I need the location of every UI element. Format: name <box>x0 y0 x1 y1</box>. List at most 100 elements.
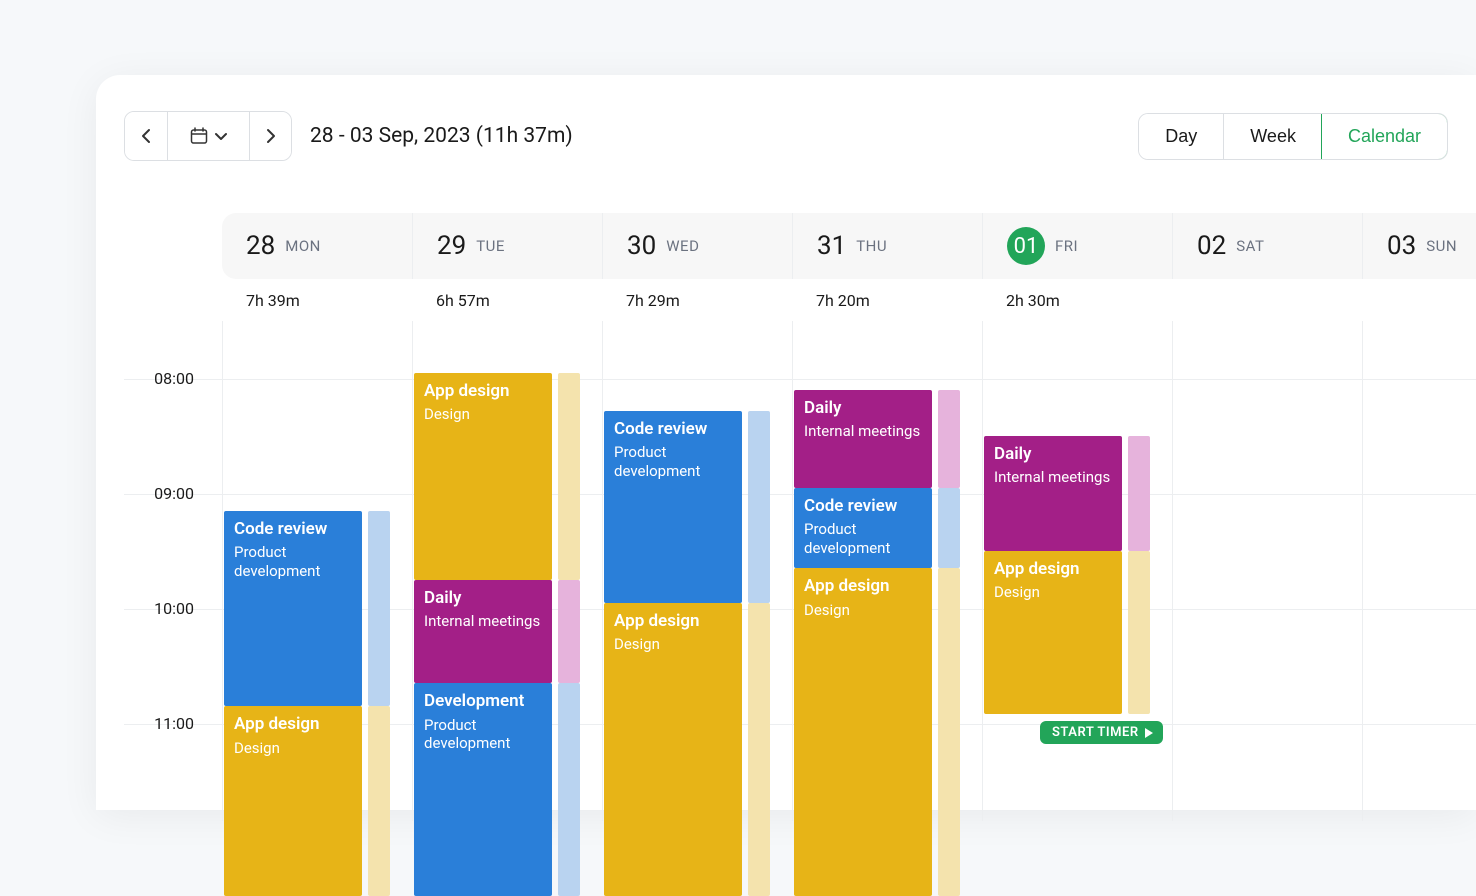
day-number: 02 <box>1197 231 1226 261</box>
prev-button[interactable] <box>125 112 167 160</box>
day-column: Daily Internal meetings App design Design <box>982 321 1172 821</box>
day-headers-row: 28 MON 29 TUE 30 WED 31THU 01 FRI 02SAT 03 SUN <box>222 213 1476 279</box>
event-project: Product development <box>614 443 732 481</box>
event-project: Design <box>234 739 352 758</box>
event-title: Code review <box>804 496 922 516</box>
day-of-week: SUN <box>1426 237 1457 255</box>
day-column: Daily Internal meetings Code review Product… <box>792 321 982 821</box>
event-title: Development <box>424 691 542 711</box>
today-badge: 01 <box>1007 227 1045 265</box>
event-project: Design <box>614 635 732 654</box>
day-header[interactable]: 30 WED <box>602 213 792 279</box>
date-nav-group <box>124 111 292 161</box>
day-column: Code reviewProduct development App design… <box>222 321 412 821</box>
calendar-event[interactable]: App design Design <box>414 373 552 580</box>
start-timer-button[interactable]: START TIMER <box>1040 721 1163 744</box>
view-switcher: Day Week Calendar <box>1138 113 1448 160</box>
date-picker-button[interactable] <box>167 112 249 160</box>
day-total: 2h 30m <box>982 279 1172 321</box>
day-of-week: MON <box>285 237 321 255</box>
event-title: App design <box>234 714 352 734</box>
day-of-week: TUE <box>476 237 505 255</box>
hour-label: 09:00 <box>124 484 194 503</box>
view-week-button[interactable]: Week <box>1223 114 1322 159</box>
calendar-grid: 28 MON 29 TUE 30 WED 31THU 01 FRI 02SAT 03 SUN 7h 3… <box>124 213 1476 821</box>
hour-label: 11:00 <box>124 714 194 733</box>
calendar-event[interactable]: Daily Internal meetings <box>794 390 932 488</box>
day-header[interactable]: 03 SUN <box>1362 213 1476 279</box>
day-header[interactable]: 29 TUE <box>412 213 602 279</box>
calendar-event[interactable]: Code reviewProduct development <box>224 511 362 707</box>
event-project: Internal meetings <box>804 422 922 441</box>
event-project: Product development <box>424 716 542 754</box>
day-totals-row: 7h 39m6h 57m7h 29m7h 20m2h 30m <box>222 279 1476 321</box>
play-icon <box>1145 728 1153 738</box>
event-track-bar <box>1128 436 1150 551</box>
day-of-week: WED <box>666 237 699 255</box>
date-range-title: 28 - 03 Sep, 2023 (11h 37m) <box>310 124 573 148</box>
day-of-week: FRI <box>1055 237 1078 255</box>
day-number: 29 <box>437 231 466 261</box>
calendar-event[interactable]: App design Design <box>224 706 362 896</box>
day-header[interactable]: 01 FRI <box>982 213 1172 279</box>
event-project: Internal meetings <box>994 468 1112 487</box>
day-total <box>1172 279 1362 321</box>
time-grid: 08:0009:0010:0011:00Code reviewProduct d… <box>222 321 1476 821</box>
chevron-left-icon <box>141 128 151 144</box>
event-track-bar <box>558 683 580 896</box>
next-button[interactable] <box>249 112 291 160</box>
day-column: Code review Product development App design… <box>602 321 792 821</box>
chevron-down-icon <box>214 132 228 140</box>
event-title: App design <box>424 381 542 401</box>
event-track-bar <box>368 706 390 896</box>
calendar-event[interactable]: Development Product development <box>414 683 552 896</box>
event-project: Design <box>424 405 542 424</box>
view-calendar-button[interactable]: Calendar <box>1321 113 1448 160</box>
day-header[interactable]: 28 MON <box>222 213 412 279</box>
calendar-event[interactable]: Daily Internal meetings <box>984 436 1122 551</box>
day-column: App design Design Daily Internal meetings De… <box>412 321 602 821</box>
event-project: Product development <box>804 520 922 558</box>
day-total: 7h 39m <box>222 279 412 321</box>
day-of-week: THU <box>856 237 887 255</box>
hour-label: 08:00 <box>124 369 194 388</box>
event-title: Code review <box>614 419 732 439</box>
event-track-bar <box>558 580 580 684</box>
day-header[interactable]: 31THU <box>792 213 982 279</box>
event-title: App design <box>804 576 922 596</box>
calendar-event[interactable]: App designDesign <box>794 568 932 896</box>
event-project: Design <box>994 583 1112 602</box>
day-number: 28 <box>246 231 275 261</box>
event-track-bar <box>558 373 580 580</box>
calendar-event[interactable]: Code review Product development <box>794 488 932 569</box>
event-project: Internal meetings <box>424 612 542 631</box>
day-total: 7h 29m <box>602 279 792 321</box>
day-column <box>1362 321 1476 821</box>
calendar-event[interactable]: Code review Product development <box>604 411 742 603</box>
event-track-bar <box>1128 551 1150 714</box>
event-track-bar <box>938 390 960 488</box>
event-title: Daily <box>804 398 922 418</box>
calendar-event[interactable]: App design Design <box>604 603 742 896</box>
day-header[interactable]: 02SAT <box>1172 213 1362 279</box>
event-title: Code review <box>234 519 352 539</box>
chevron-right-icon <box>266 128 276 144</box>
hour-label: 10:00 <box>124 599 194 618</box>
day-number: 30 <box>627 231 656 261</box>
event-title: App design <box>994 559 1112 579</box>
calendar-app: 28 - 03 Sep, 2023 (11h 37m) Day Week Cal… <box>96 75 1476 810</box>
event-track-bar <box>368 511 390 707</box>
start-timer-label: START TIMER <box>1052 725 1139 740</box>
event-track-bar <box>938 488 960 569</box>
day-total: 6h 57m <box>412 279 602 321</box>
day-column <box>1172 321 1362 821</box>
day-number: 03 <box>1387 231 1416 261</box>
view-day-button[interactable]: Day <box>1139 114 1223 159</box>
event-title: Daily <box>994 444 1112 464</box>
calendar-event[interactable]: Daily Internal meetings <box>414 580 552 684</box>
day-total <box>1362 279 1476 321</box>
event-title: Daily <box>424 588 542 608</box>
calendar-event[interactable]: App design Design <box>984 551 1122 714</box>
calendar-icon <box>190 127 208 145</box>
event-title: App design <box>614 611 732 631</box>
